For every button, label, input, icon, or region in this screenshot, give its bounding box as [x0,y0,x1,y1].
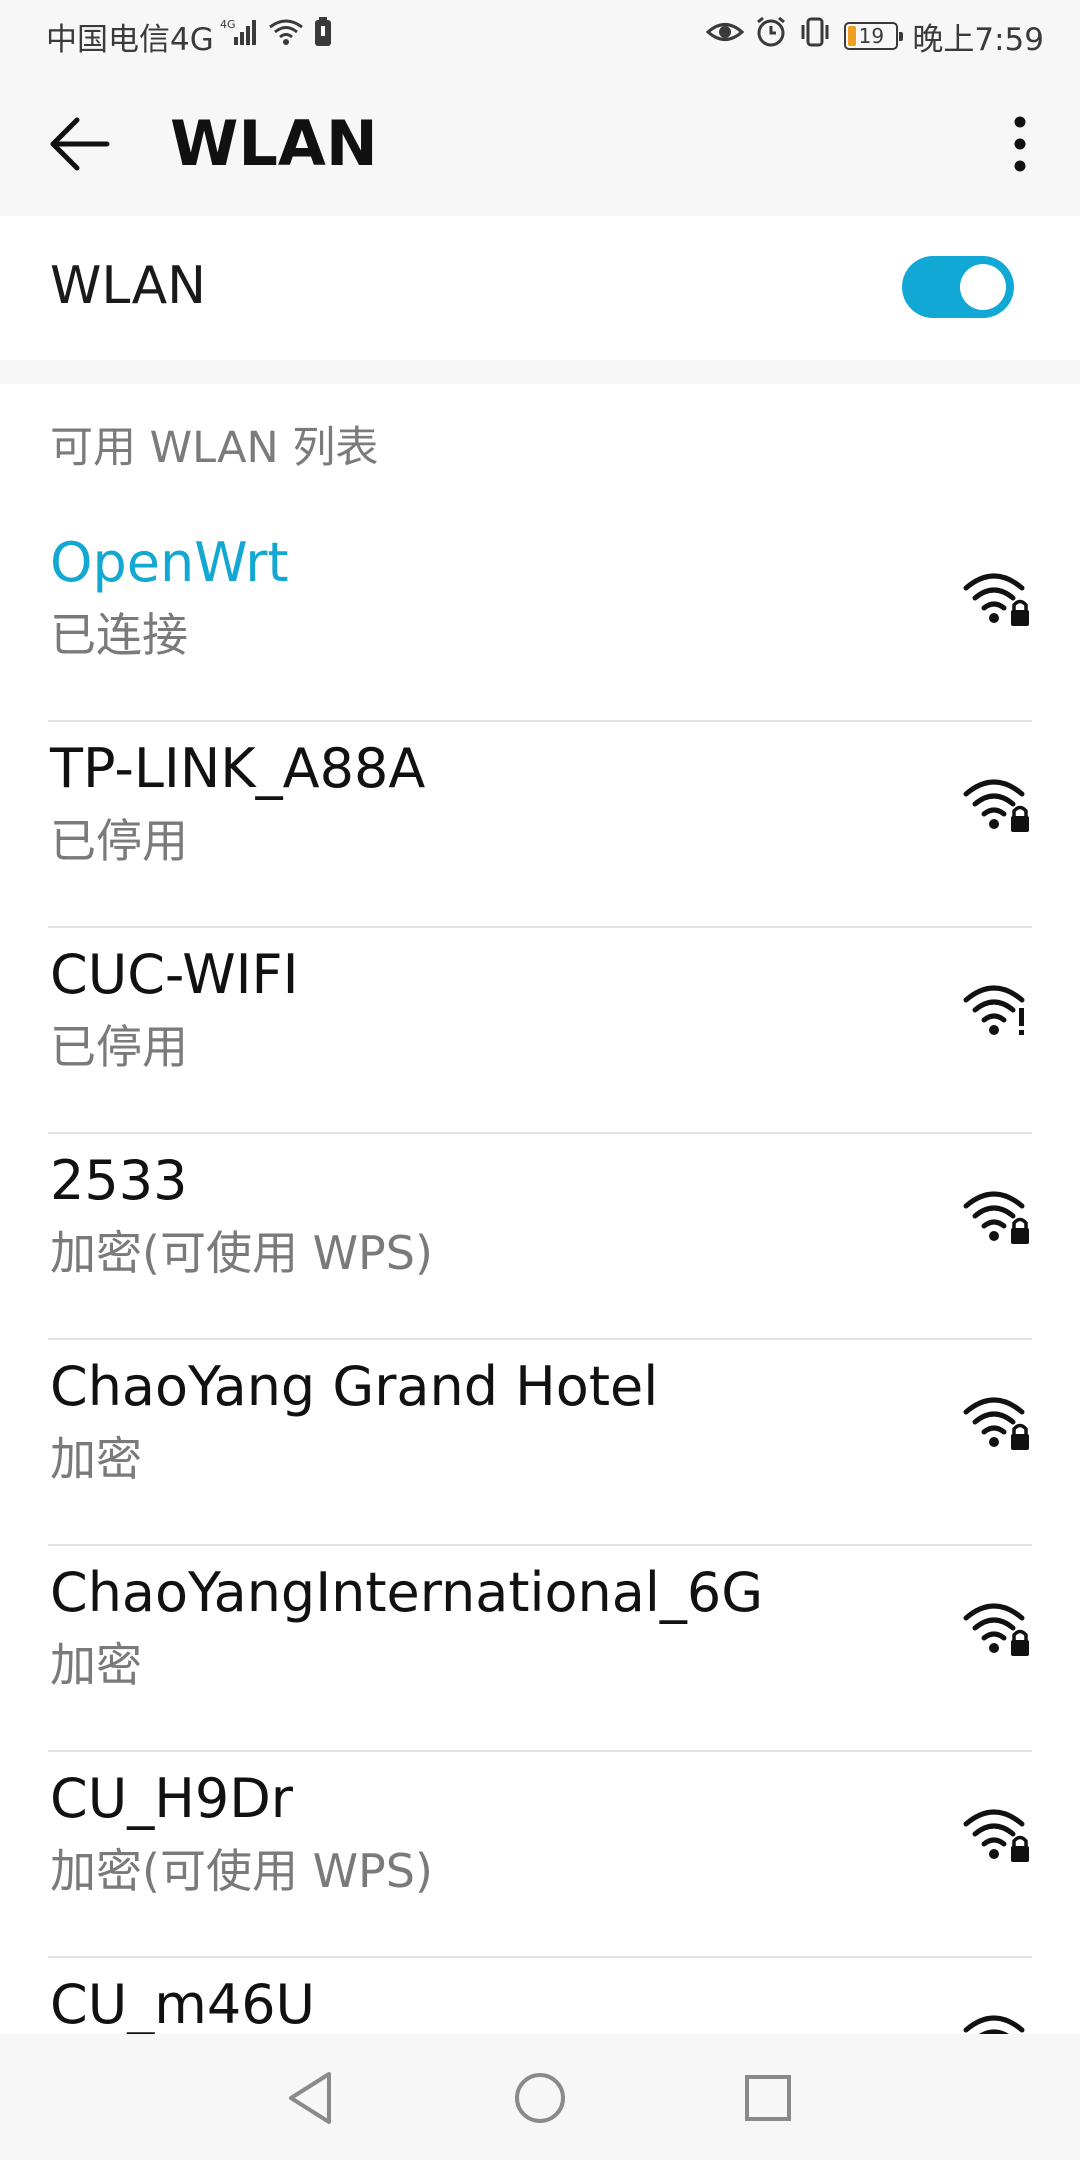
nav-back-triangle-icon [289,2072,331,2124]
network-status: 加密 [50,1432,142,1486]
wifi-alert-icon [962,978,1032,1042]
network-list-item[interactable]: 2533 加密(可使用 WPS) [0,1134,1080,1340]
network-name: OpenWrt [50,531,289,594]
network-list-item[interactable]: CUC-WIFI 已停用 [0,928,1080,1134]
nav-recents-button[interactable] [728,2058,808,2138]
network-status: 已停用 [50,814,188,868]
battery-icon: 19 [844,22,904,50]
alarm-icon [754,15,788,57]
network-name: TP-LINK_A88A [50,737,426,800]
battery-level: 19 [858,24,885,48]
network-status: 已连接 [50,608,188,662]
nav-home-button[interactable] [500,2058,580,2138]
wlan-toggle-row[interactable]: WLAN [0,216,1080,360]
status-bar-left: 中国电信4G 4G [46,14,334,58]
network-status: 加密 [50,1638,142,1692]
vibrate-icon [798,15,832,57]
system-nav-bar [0,2034,1080,2160]
arrow-left-icon [50,117,110,171]
network-list-item[interactable]: CU_H9Dr 加密(可使用 WPS) [0,1752,1080,1958]
more-options-button[interactable] [984,108,1056,180]
wifi-lock-icon [962,1802,1032,1866]
wifi-lock-icon [962,772,1032,836]
network-list-item[interactable]: ChaoYang Grand Hotel 加密 [0,1340,1080,1546]
wifi-lock-icon [962,1184,1032,1248]
network-name: CUC-WIFI [50,943,299,1006]
network-name: CU_m46U [50,1973,316,2034]
network-name: 2533 [50,1149,188,1212]
network-status: 加密(可使用 WPS) [50,1844,433,1898]
nav-recents-square-icon [745,2075,791,2121]
page-title: WLAN [170,107,378,180]
available-networks-header: 可用 WLAN 列表 [50,423,379,473]
app-bar: WLAN [0,72,1080,216]
back-button[interactable] [44,108,116,180]
clock-time: 晚上7:59 [912,21,1044,58]
network-status: 已停用 [50,1020,188,1074]
wifi-lock-icon [962,2008,1032,2034]
sim-battery-icon [312,16,334,56]
wlan-switch[interactable] [902,256,1014,318]
wifi-lock-icon [962,1596,1032,1660]
wifi-lock-icon [962,1390,1032,1454]
network-status: 加密(可使用 WPS) [50,1226,433,1280]
carrier-label: 中国电信4G [46,21,214,58]
signal-icon: 4G [220,17,260,55]
eye-icon [706,17,745,55]
more-vertical-icon [1014,116,1026,172]
status-bar: 中国电信4G 4G 19 晚上7:59 [0,0,1080,72]
network-list-item[interactable]: CU_m46U [0,1958,1080,2034]
network-list-item[interactable]: TP-LINK_A88A 已停用 [0,722,1080,928]
network-list-item[interactable]: OpenWrt 已连接 [0,516,1080,722]
network-list-item[interactable]: ChaoYangInternational_6G 加密 [0,1546,1080,1752]
wlan-list-card: 可用 WLAN 列表 OpenWrt 已连接 TP-LINK_A88A 已停用 CUC-… [0,384,1080,2034]
nav-home-circle-icon [515,2073,565,2123]
network-name: ChaoYang Grand Hotel [50,1355,659,1418]
network-name: CU_H9Dr [50,1767,293,1830]
nav-back-button[interactable] [270,2058,350,2138]
network-list: OpenWrt 已连接 TP-LINK_A88A 已停用 CUC-WIFI 已停用 2533… [0,516,1080,2034]
status-bar-right: 19 晚上7:59 [696,14,1044,58]
svg-text:4G: 4G [220,18,236,31]
wlan-toggle-label: WLAN [50,256,207,316]
switch-knob [960,264,1006,310]
wifi-status-icon [266,17,306,55]
network-name: ChaoYangInternational_6G [50,1561,764,1624]
wifi-lock-icon [962,566,1032,630]
